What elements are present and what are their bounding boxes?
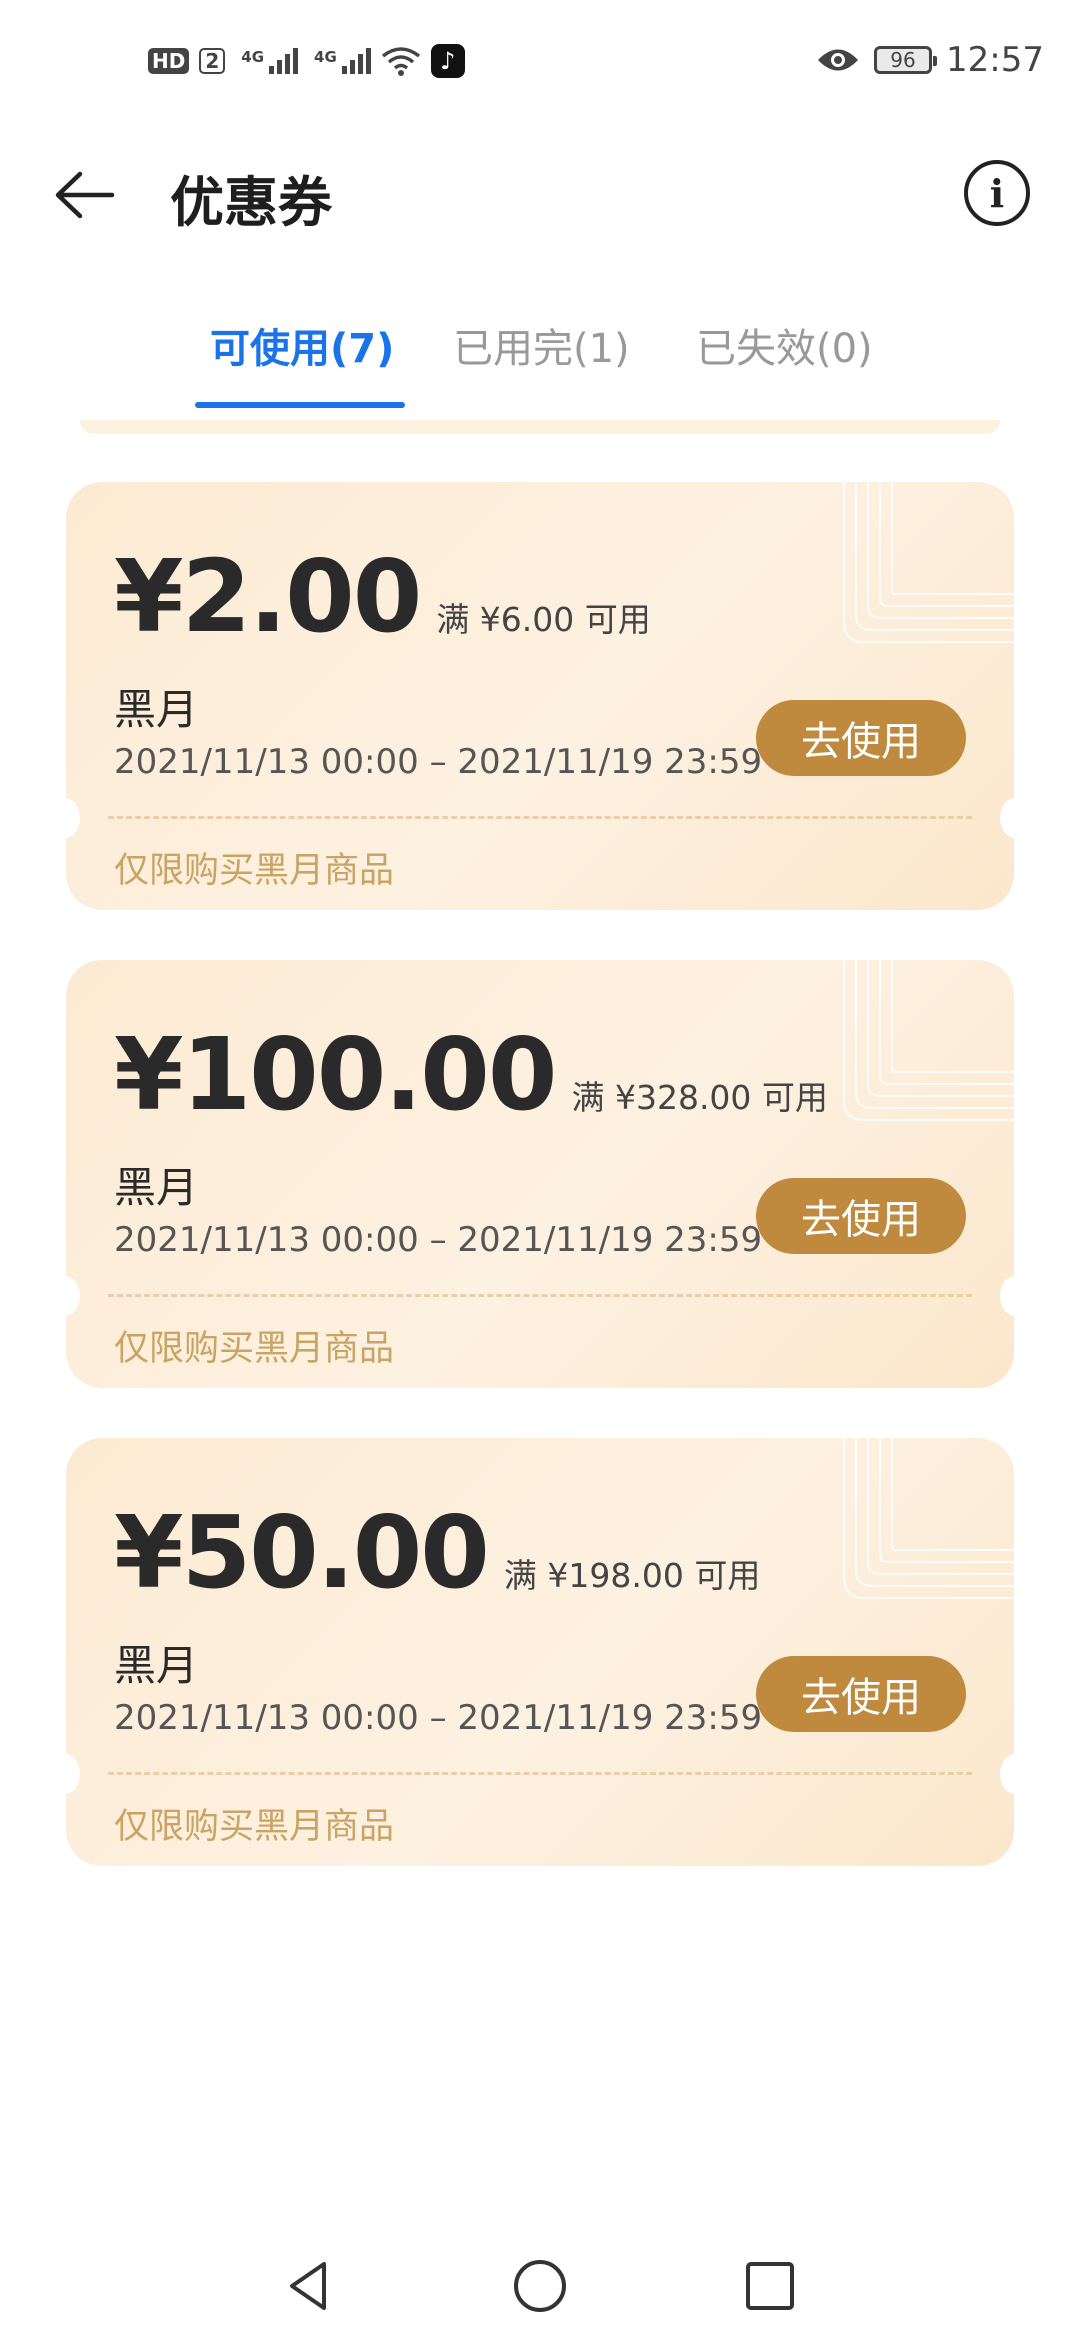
coupon-notch — [1000, 798, 1014, 838]
coupon-scope: 仅限购买黑月商品 — [114, 1329, 395, 1369]
coupon-divider — [108, 1294, 972, 1297]
clock: 12:57 — [946, 40, 1044, 80]
coupon-amount: ¥100.00 — [114, 1016, 557, 1133]
use-coupon-button[interactable]: 去使用 — [756, 1656, 966, 1732]
coupon-shop: 黑月 — [114, 1163, 199, 1212]
coupon-card[interactable]: ¥100.00 满 ¥328.00 可用 黑月 2021/11/13 00:00… — [66, 960, 1014, 1388]
coupon-amount: ¥2.00 — [114, 538, 422, 655]
decorative-lines — [843, 482, 1014, 643]
use-coupon-button[interactable]: 去使用 — [756, 700, 966, 776]
sim-badge: 2 — [199, 48, 226, 74]
coupon-amount-row: ¥50.00 满 ¥198.00 可用 — [114, 1494, 760, 1611]
circle-home-icon[interactable] — [510, 2256, 570, 2316]
page-title: 优惠券 — [170, 171, 332, 234]
hd-badge: HD — [148, 48, 190, 74]
info-icon[interactable]: i — [964, 160, 1030, 226]
coupon-notch — [66, 798, 80, 838]
coupon-notch — [66, 1754, 80, 1794]
coupon-shop: 黑月 — [114, 685, 199, 734]
tab-expired[interactable]: 已失效(0) — [696, 316, 873, 374]
coupon-scope: 仅限购买黑月商品 — [114, 851, 395, 891]
battery-icon: 96 — [874, 46, 938, 74]
app-header: 优惠券 i — [0, 130, 1080, 260]
coupon-divider — [108, 816, 972, 819]
triangle-back-icon[interactable] — [280, 2256, 340, 2316]
system-nav-bar — [0, 2230, 1080, 2340]
coupon-divider — [108, 1772, 972, 1775]
coupon-scope: 仅限购买黑月商品 — [114, 1807, 395, 1847]
coupon-validity: 2021/11/13 00:00 – 2021/11/19 23:59 — [114, 1220, 763, 1260]
coupon-condition: 满 ¥328.00 可用 — [571, 1078, 828, 1117]
status-bar: HD 2 4G 4G ♪ 96 12:57 — [0, 0, 1080, 130]
coupon-amount-row: ¥100.00 满 ¥328.00 可用 — [114, 1016, 828, 1133]
coupon-condition: 满 ¥6.00 可用 — [436, 600, 651, 639]
coupon-validity: 2021/11/13 00:00 – 2021/11/19 23:59 — [114, 742, 763, 782]
coupon-notch — [66, 1276, 80, 1316]
coupon-card[interactable]: ¥50.00 满 ¥198.00 可用 黑月 2021/11/13 00:00 … — [66, 1438, 1014, 1866]
arrow-left-icon[interactable] — [50, 160, 120, 230]
coupon-notch — [1000, 1276, 1014, 1316]
coupon-amount: ¥50.00 — [114, 1494, 490, 1611]
decorative-lines — [843, 960, 1014, 1121]
square-recent-icon[interactable] — [740, 2256, 800, 2316]
signal-icon: 4G — [241, 48, 299, 74]
tab-available[interactable]: 可使用(7) — [210, 316, 394, 374]
coupon-tabs: 可使用(7) 已用完(1) 已失效(0) — [0, 300, 1080, 410]
coupon-amount-row: ¥2.00 满 ¥6.00 可用 — [114, 538, 651, 655]
coupon-validity: 2021/11/13 00:00 – 2021/11/19 23:59 — [114, 1698, 763, 1738]
coupon-notch — [1000, 1754, 1014, 1794]
wifi-icon — [381, 47, 420, 76]
coupon-shop: 黑月 — [114, 1641, 199, 1690]
network-type-label: 4G — [241, 48, 265, 66]
tab-used[interactable]: 已用完(1) — [453, 316, 630, 374]
coupon-condition: 满 ¥198.00 可用 — [503, 1556, 761, 1595]
signal-icon: 4G — [314, 48, 371, 74]
decorative-lines — [843, 1438, 1014, 1599]
use-coupon-button[interactable]: 去使用 — [756, 1178, 966, 1254]
network-type-label: 4G — [314, 48, 337, 66]
previous-coupon-edge — [80, 420, 1000, 434]
tab-indicator — [195, 402, 405, 408]
status-right: 96 12:57 — [816, 40, 1044, 80]
tiktok-icon: ♪ — [430, 44, 465, 78]
battery-level: 96 — [890, 48, 916, 72]
eye-icon — [818, 49, 859, 71]
coupon-card[interactable]: ¥2.00 满 ¥6.00 可用 黑月 2021/11/13 00:00 – 2… — [66, 482, 1014, 910]
status-left: HD 2 4G 4G ♪ — [148, 44, 465, 78]
